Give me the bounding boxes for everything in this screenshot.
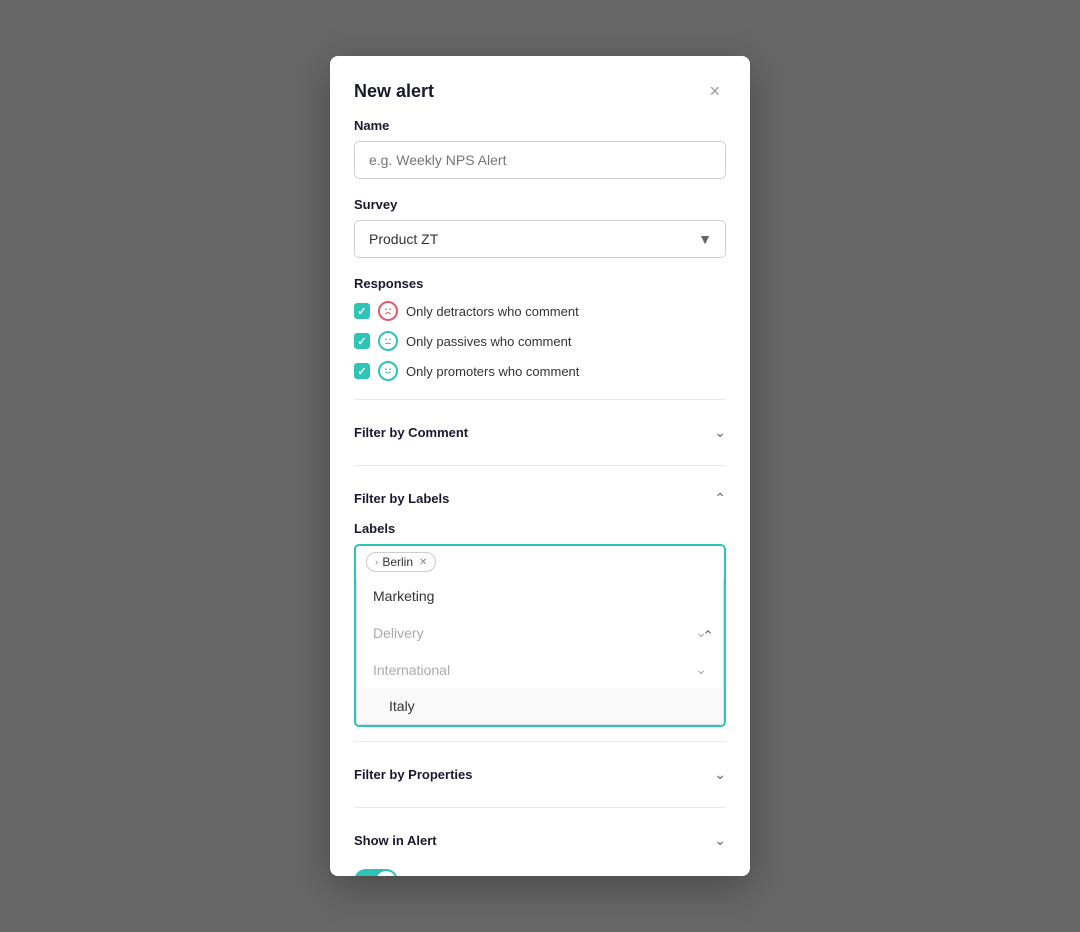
modal-title: New alert [354,81,434,102]
passives-checkbox[interactable] [354,333,370,349]
passive-face-icon [378,331,398,351]
italy-sub-item[interactable]: Italy [357,688,723,724]
promoters-text: Only promoters who comment [406,364,579,379]
name-field-group: Name [354,118,726,179]
filter-by-labels-header[interactable]: Filter by Labels ⌃ [354,480,726,517]
delivery-group-item[interactable]: Delivery ⌄ [357,614,723,651]
filter-by-comment-header[interactable]: Filter by Comment ⌄ [354,414,726,451]
detractor-face-icon [378,301,398,321]
name-input[interactable] [354,141,726,179]
filter-by-properties-label: Filter by Properties [354,767,472,782]
berlin-tag: › Berlin ✕ [366,552,436,572]
survey-select-wrapper: Product ZT ▼ [354,220,726,258]
berlin-tag-close-icon[interactable]: ✕ [419,557,427,568]
italy-label: Italy [389,698,415,714]
labels-dropdown-container: › Berlin ✕ ⌃ Marketing [354,544,726,727]
detractors-text: Only detractors who comment [406,304,579,319]
detractors-checkbox[interactable] [354,303,370,319]
labels-input-wrapper[interactable]: › Berlin ✕ ⌃ Marketing [354,544,726,727]
labels-tags-row: › Berlin ✕ ⌃ [356,546,724,578]
divider-4 [354,807,726,808]
filter-by-properties-chevron-icon: ⌄ [714,766,726,783]
divider-2 [354,465,726,466]
filter-by-comment-label: Filter by Comment [354,425,468,440]
modal-dialog: New alert × Name Survey Product ZT ▼ [330,56,750,876]
responses-group: Responses Only detractors who comment [354,276,726,381]
marketing-item[interactable]: Marketing [357,578,723,614]
labels-label: Labels [354,521,726,536]
labels-chevron-up-icon[interactable]: ⌃ [702,627,714,644]
survey-field-group: Survey Product ZT ▼ [354,197,726,258]
show-in-alert-header[interactable]: Show in Alert ⌄ [354,822,726,859]
divider-1 [354,399,726,400]
filter-by-properties-header[interactable]: Filter by Properties ⌄ [354,756,726,793]
response-item-passives: Only passives who comment [354,331,726,351]
show-in-alert-chevron-icon: ⌄ [714,832,726,849]
survey-label: Survey [354,197,726,212]
toggle-knob [376,871,396,876]
name-label: Name [354,118,726,133]
divider-3 [354,741,726,742]
modal-body: Name Survey Product ZT ▼ Responses [330,118,750,876]
promoter-face-icon [378,361,398,381]
enabled-toggle[interactable] [354,869,398,876]
survey-select[interactable]: Product ZT [354,220,726,258]
filter-by-labels-section: Filter by Labels ⌃ Labels › Berlin ✕ [354,480,726,727]
modal-header: New alert × [330,56,750,118]
promoters-checkbox[interactable] [354,363,370,379]
marketing-label: Marketing [373,588,434,604]
modal-overlay: New alert × Name Survey Product ZT ▼ [0,0,1080,932]
close-button[interactable]: × [703,80,726,102]
delivery-label: Delivery [373,625,424,641]
toggle-label: Enabled [408,873,459,876]
berlin-tag-label: Berlin [382,555,413,569]
filter-by-labels-chevron-icon: ⌃ [714,490,726,507]
passives-text: Only passives who comment [406,334,571,349]
show-in-alert-label: Show in Alert [354,833,437,848]
response-item-promoters: Only promoters who comment [354,361,726,381]
response-item-detractors: Only detractors who comment [354,301,726,321]
international-label: International [373,662,450,678]
filter-by-comment-chevron-icon: ⌄ [714,424,726,441]
filter-by-labels-label: Filter by Labels [354,491,449,506]
show-in-alert-section: Show in Alert ⌄ Enabled [354,822,726,876]
labels-section: Labels › Berlin ✕ ⌃ [354,521,726,727]
tag-arrow-icon: › [375,557,378,568]
international-chevron-icon: ⌄ [695,661,707,678]
responses-label: Responses [354,276,726,291]
labels-dropdown-list: Marketing Delivery ⌄ International ⌄ [356,578,724,725]
international-group-item[interactable]: International ⌄ [357,651,723,688]
toggle-row: Enabled [354,869,726,876]
